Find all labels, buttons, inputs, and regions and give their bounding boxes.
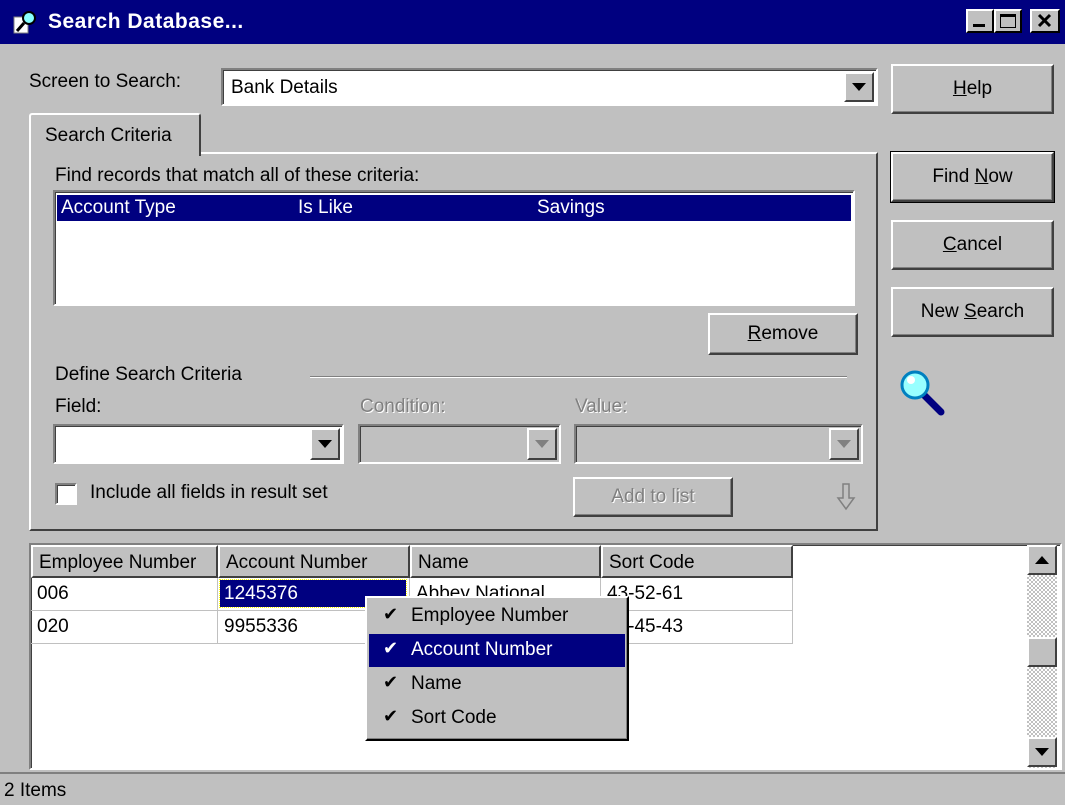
- screen-to-search-value: Bank Details: [231, 77, 338, 98]
- remove-mnemonic: R: [747, 323, 762, 344]
- field-select[interactable]: [53, 424, 344, 464]
- column-header-sort-code[interactable]: Sort Code: [601, 545, 793, 578]
- value-dropdown-button[interactable]: [829, 428, 859, 460]
- find-now-mnemonic: N: [974, 166, 989, 187]
- cancel-mnemonic: C: [942, 234, 957, 255]
- criteria-list[interactable]: Account Type Is Like Savings: [53, 190, 855, 306]
- cell-sort-code[interactable]: 34-45-43: [601, 611, 793, 644]
- field-label: Field:: [55, 396, 102, 417]
- vertical-scrollbar[interactable]: [1027, 545, 1057, 768]
- close-icon: [1037, 13, 1052, 28]
- scroll-thumb[interactable]: [1027, 637, 1057, 667]
- condition-label: Condition:: [360, 396, 446, 417]
- tab-search-criteria[interactable]: Search Criteria: [29, 113, 201, 156]
- define-criteria-heading: Define Search Criteria: [55, 364, 242, 385]
- criteria-condition: Is Like: [298, 197, 353, 218]
- new-search-button[interactable]: New Search: [891, 287, 1054, 337]
- remove-button[interactable]: Remove: [708, 313, 858, 355]
- criteria-value: Savings: [537, 197, 605, 218]
- include-all-label: Include all fields in result set: [90, 482, 328, 503]
- status-text: 2 Items: [4, 780, 67, 801]
- close-button[interactable]: [1030, 9, 1060, 33]
- criteria-caption: Find records that match all of these cri…: [55, 165, 420, 186]
- find-now-label-rest: ow: [988, 166, 1013, 187]
- menu-item-name[interactable]: ✔ Name: [369, 668, 625, 701]
- help-mnemonic: H: [952, 78, 967, 99]
- cancel-button[interactable]: Cancel: [891, 220, 1054, 270]
- magnifier-icon: [900, 370, 945, 416]
- menu-item-sort-code[interactable]: ✔ Sort Code: [369, 702, 625, 735]
- down-arrow-icon: [535, 440, 549, 448]
- value-label: Value:: [575, 396, 628, 417]
- scroll-down-button[interactable]: [1027, 737, 1057, 767]
- check-icon: ✔: [383, 706, 399, 726]
- column-context-menu[interactable]: ✔ Employee Number ✔ Account Number ✔ Nam…: [365, 596, 629, 741]
- include-all-checkbox[interactable]: [55, 483, 77, 505]
- down-arrow-icon: [836, 483, 856, 511]
- status-bar: 2 Items: [0, 772, 1065, 805]
- title-bar[interactable]: Search Database...: [0, 0, 1065, 44]
- minimize-button[interactable]: [966, 9, 994, 33]
- app-search-icon: [13, 11, 36, 34]
- new-search-mnemonic: S: [964, 301, 977, 322]
- window-title: Search Database...: [48, 10, 244, 33]
- field-dropdown-button[interactable]: [310, 428, 340, 460]
- menu-item-label: Account Number: [411, 639, 553, 660]
- down-arrow-icon: [852, 83, 866, 91]
- check-icon: ✔: [383, 604, 399, 624]
- cancel-label-rest: ancel: [956, 234, 1003, 255]
- add-to-list-button[interactable]: Add to list: [573, 477, 733, 517]
- down-arrow-icon: [318, 440, 332, 448]
- screen-to-search-select[interactable]: Bank Details: [221, 68, 878, 106]
- menu-item-label: Employee Number: [411, 605, 569, 626]
- menu-item-label: Name: [411, 673, 462, 694]
- screen-dropdown-button[interactable]: [844, 72, 874, 102]
- value-select[interactable]: [574, 424, 863, 464]
- criteria-row[interactable]: Account Type Is Like Savings: [57, 195, 851, 221]
- scroll-down-icon: [1035, 748, 1049, 756]
- column-header-name[interactable]: Name: [410, 545, 601, 578]
- down-arrow-icon: [837, 440, 851, 448]
- new-search-label-rest: earch: [976, 301, 1025, 322]
- screen-to-search-label: Screen to Search:: [29, 71, 182, 92]
- check-icon: ✔: [383, 638, 399, 658]
- cell-employee-number[interactable]: 020: [31, 611, 218, 644]
- criteria-field: Account Type: [61, 197, 176, 218]
- cell-employee-number[interactable]: 006: [31, 578, 218, 611]
- scroll-up-button[interactable]: [1027, 545, 1057, 575]
- menu-item-account-number[interactable]: ✔ Account Number: [369, 634, 625, 667]
- remove-label-rest: emove: [761, 323, 819, 344]
- find-now-label-before: Find: [932, 166, 975, 187]
- tab-label: Search Criteria: [45, 125, 172, 146]
- group-divider: [310, 376, 847, 378]
- cell-sort-code[interactable]: 43-52-61: [601, 578, 793, 611]
- find-now-button[interactable]: Find Now: [890, 151, 1055, 203]
- new-search-label-before: New: [920, 301, 965, 322]
- condition-select[interactable]: [358, 424, 561, 464]
- help-label-rest: elp: [966, 78, 993, 99]
- help-button[interactable]: Help: [891, 64, 1054, 114]
- column-header-account-number[interactable]: Account Number: [218, 545, 410, 578]
- menu-item-employee-number[interactable]: ✔ Employee Number: [369, 600, 625, 633]
- maximize-button[interactable]: [994, 9, 1022, 33]
- add-to-list-label: Add to list: [611, 486, 695, 507]
- menu-item-label: Sort Code: [411, 707, 497, 728]
- condition-dropdown-button[interactable]: [527, 428, 557, 460]
- scroll-up-icon: [1035, 556, 1049, 564]
- check-icon: ✔: [383, 672, 399, 692]
- column-header-employee-number[interactable]: Employee Number: [31, 545, 218, 578]
